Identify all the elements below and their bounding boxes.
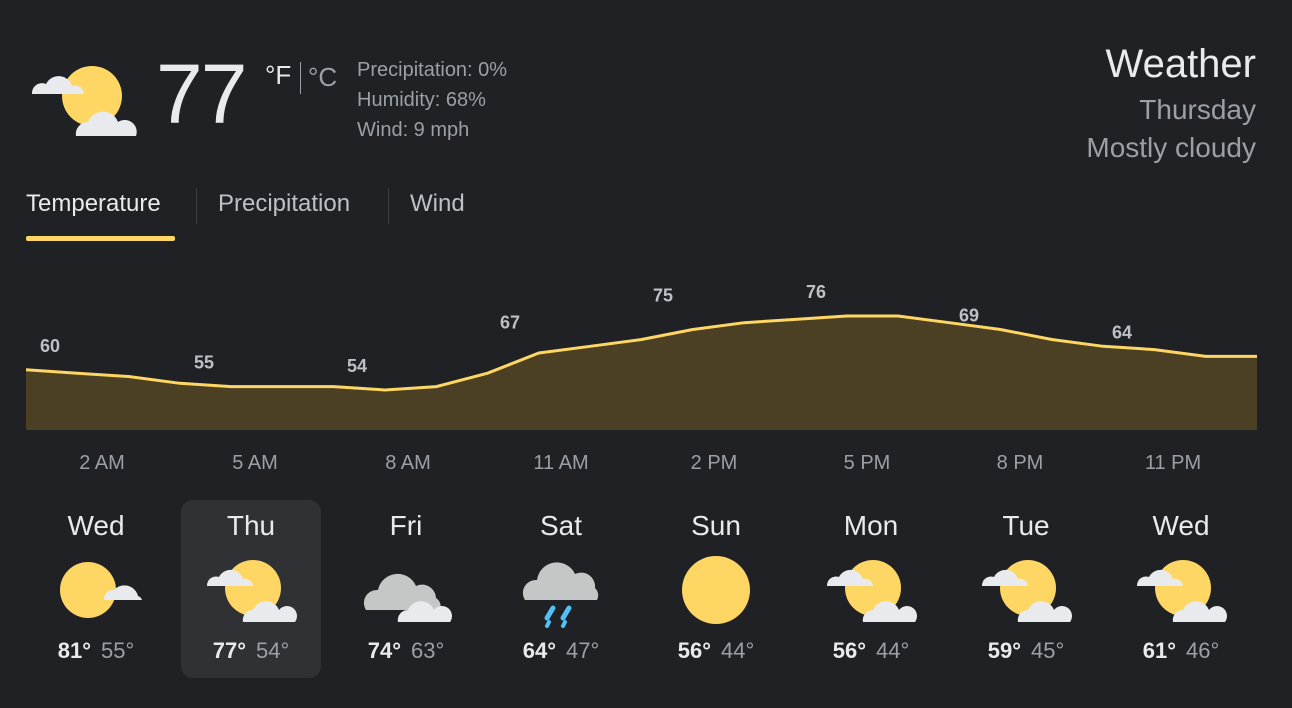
- low-temp: 44°: [876, 638, 910, 663]
- temperature-chart: 60 55 54 67 75 76 69 64: [25, 282, 1257, 430]
- low-temp: 55°: [101, 638, 135, 663]
- time-label: 5 AM: [232, 452, 278, 474]
- partly-cloudy-icon: [826, 560, 917, 622]
- day-forecast-wed[interactable]: Wed 81° 55°: [26, 500, 166, 678]
- day-name: Wed: [67, 510, 125, 541]
- high-temp: 64°: [522, 638, 556, 663]
- unit-fahrenheit-button[interactable]: °F: [265, 60, 291, 91]
- sunny-icon: [682, 556, 750, 624]
- time-label: 5 PM: [843, 452, 891, 474]
- temperature-label: 64: [1112, 322, 1132, 342]
- day-forecast-wed-next[interactable]: Wed 61° 46°: [1111, 500, 1251, 678]
- time-label: 11 PM: [1144, 452, 1202, 474]
- day-name: Mon: [843, 510, 899, 541]
- temperature-label: 60: [40, 336, 60, 356]
- day-forecast-fri[interactable]: Fri 74° 63°: [336, 500, 476, 678]
- day-name: Wed: [1152, 510, 1210, 541]
- cloudy-icon: [363, 573, 452, 622]
- day-name: Fri: [389, 510, 423, 541]
- day-name: Sun: [691, 510, 741, 541]
- precipitation-detail: Precipitation: 0%: [357, 59, 508, 81]
- day-name: Thu: [226, 510, 276, 541]
- temperature-label: 54: [347, 356, 367, 376]
- partly-cloudy-icon: [206, 560, 297, 622]
- low-temp: 45°: [1031, 638, 1065, 663]
- rain-icon: [522, 562, 599, 628]
- day-forecast-sat[interactable]: Sat 64° 47°: [491, 500, 631, 678]
- low-temp: 44°: [721, 638, 755, 663]
- current-condition: Mostly cloudy: [1086, 132, 1256, 163]
- time-label: 2 AM: [79, 452, 125, 474]
- active-tab-indicator: [26, 236, 175, 241]
- tab-temperature[interactable]: Temperature: [26, 190, 161, 218]
- high-temp: 59°: [987, 638, 1021, 663]
- high-temp: 81°: [57, 638, 91, 663]
- high-temp: 56°: [677, 638, 711, 663]
- high-temp: 61°: [1142, 638, 1176, 663]
- tab-divider: [196, 188, 197, 224]
- day-name: Tue: [1002, 510, 1050, 541]
- weather-title: Weather: [1105, 42, 1256, 86]
- day-forecast-tue[interactable]: Tue 59° 45°: [956, 500, 1096, 678]
- partly-cloudy-icon: [1136, 560, 1227, 622]
- high-temp: 77°: [212, 638, 246, 663]
- time-label: 11 AM: [533, 452, 589, 474]
- tab-divider: [388, 188, 389, 224]
- time-label: 8 AM: [385, 452, 431, 474]
- day-name: Sat: [539, 510, 583, 541]
- time-label: 8 PM: [996, 452, 1044, 474]
- humidity-detail: Humidity: 68%: [357, 89, 486, 111]
- day-forecast-thu[interactable]: Thu 77° 54°: [181, 500, 321, 678]
- partly-cloudy-icon: [31, 66, 137, 136]
- day-forecast-sun[interactable]: Sun 56° 44°: [646, 500, 786, 678]
- low-temp: 63°: [411, 638, 445, 663]
- partly-cloudy-icon: [60, 562, 142, 618]
- partly-cloudy-icon: [981, 560, 1072, 622]
- current-temperature: 77: [156, 47, 247, 141]
- temperature-label: 55: [194, 353, 214, 373]
- low-temp: 47°: [566, 638, 600, 663]
- high-temp: 56°: [832, 638, 866, 663]
- temperature-label: 76: [806, 282, 826, 302]
- low-temp: 46°: [1186, 638, 1220, 663]
- time-label: 2 PM: [690, 452, 738, 474]
- temperature-label: 69: [959, 306, 979, 326]
- unit-celsius-button[interactable]: °C: [308, 62, 337, 93]
- unit-divider: [300, 62, 301, 94]
- tab-precipitation[interactable]: Precipitation: [218, 190, 350, 218]
- temperature-label: 75: [653, 285, 673, 305]
- current-day: Thursday: [1139, 94, 1256, 125]
- tab-wind[interactable]: Wind: [410, 190, 465, 218]
- high-temp: 74°: [367, 638, 401, 663]
- wind-detail: Wind: 9 mph: [357, 119, 470, 141]
- temperature-area: [26, 316, 1257, 430]
- temperature-label: 67: [500, 312, 520, 332]
- low-temp: 54°: [256, 638, 290, 663]
- day-forecast-mon[interactable]: Mon 56° 44°: [801, 500, 941, 678]
